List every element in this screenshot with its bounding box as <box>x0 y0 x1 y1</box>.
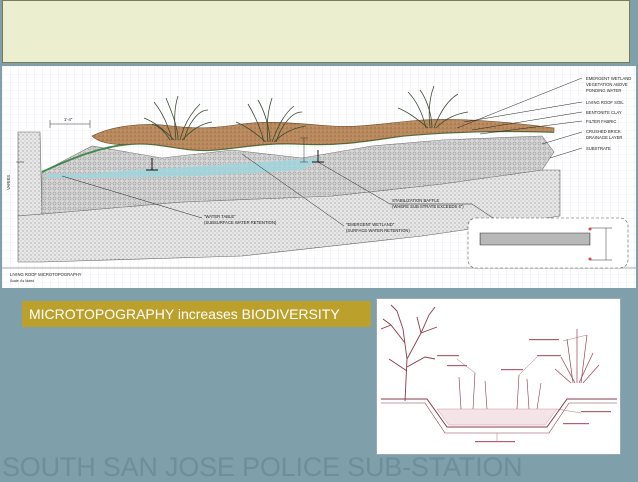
label-filter-fabric: FILTER FABRIC <box>586 119 616 124</box>
baffle-detail-inset <box>467 217 629 269</box>
label-substrate: SUBSTRATE <box>586 146 611 151</box>
drawing-title: LIVING ROOF MICROTOPOGRAPHY <box>10 272 82 277</box>
wetland-sketch-svg <box>380 304 617 443</box>
label-emergent-vegetation-line3: PONDING WATER <box>586 88 621 93</box>
label-baffle-line2: (WHERE SUB STRATE EXCEEDS 6") <box>392 204 464 209</box>
label-baffle-line1: STABILIZATION BAFFLE <box>392 198 440 203</box>
tree-sketch <box>380 304 438 402</box>
cattail-sketch <box>458 372 542 410</box>
wetland-sketch <box>376 298 621 455</box>
section-drawing: 1'-4" VARIES EMERGENT WETLAND VEGETATION… <box>2 66 636 288</box>
dim-side-text: VARIES <box>6 175 11 190</box>
label-emergent-vegetation-line1: EMERGENT WETLAND <box>586 76 631 81</box>
label-water-table-line1: "WATER TABLE" <box>204 214 236 219</box>
dim-left-text: 1'-4" <box>64 117 73 122</box>
label-emergent-wetland-line1: "EMERGENT WETLAND" <box>346 222 395 227</box>
label-water-table-line2: (SUBSURFACE WATER RETENTION) <box>204 220 277 225</box>
label-crushed-brick-line2: DRAINAGE LAYER <box>586 135 622 140</box>
label-living-roof-soil: LIVING ROOF SOIL <box>586 100 624 105</box>
label-emergent-wetland-line2: (SURFACE WATER RETENTION) <box>346 228 410 233</box>
label-crushed-brick-line1: CRUSHED BRICK <box>586 129 621 134</box>
label-bentonite-clay: BENTONITE CLAY <box>586 110 622 115</box>
grass-sketch <box>554 329 600 384</box>
caption-banner: MICROTOPOGRAPHY increases BIODIVERSITY <box>22 301 371 327</box>
title-placeholder-box <box>2 0 630 63</box>
living-roof-section-svg: 1'-4" VARIES EMERGENT WETLAND VEGETATION… <box>2 66 636 288</box>
label-emergent-vegetation-line2: VEGETATION ABOVE <box>586 82 628 87</box>
drawing-scale: Scale: As Noted <box>10 279 34 283</box>
